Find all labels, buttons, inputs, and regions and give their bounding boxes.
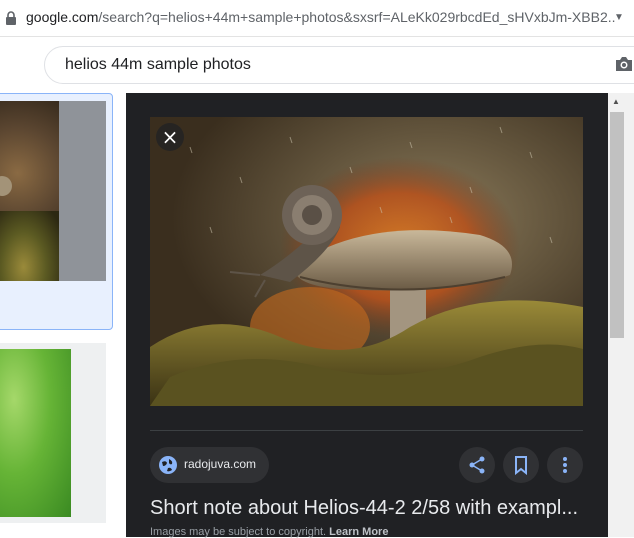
bookmark-icon (515, 456, 527, 475)
more-options-button[interactable] (547, 447, 583, 483)
search-input[interactable]: helios 44m sample photos (65, 56, 251, 74)
share-icon (469, 456, 485, 474)
copyright-notice: Images may be subject to copyright. Lear… (150, 526, 388, 538)
lock-icon (6, 11, 16, 25)
scroll-up-icon[interactable]: ▲ (612, 97, 620, 106)
result-image[interactable] (0, 349, 71, 517)
result-image[interactable] (0, 101, 59, 281)
copyright-text: Images may be subject to copyright. (150, 526, 327, 538)
globe-icon (159, 456, 177, 474)
share-button[interactable] (459, 447, 495, 483)
more-vert-icon (563, 457, 567, 473)
image-detail (0, 211, 59, 281)
search-row: helios 44m sample photos (0, 37, 634, 93)
save-button[interactable] (503, 447, 539, 483)
preview-image-graphic (150, 117, 583, 406)
source-name: radojuva.com (184, 457, 257, 471)
search-box[interactable]: helios 44m sample photos (44, 46, 634, 84)
url-domain: google.com (26, 9, 99, 25)
learn-more-link[interactable]: Learn More (329, 526, 388, 538)
close-icon[interactable]: × (156, 123, 184, 151)
preview-image[interactable] (150, 117, 583, 406)
url-path: /search?q=helios+44m+sample+photos&sxsrf… (98, 9, 616, 25)
address-bar[interactable]: google.com/search?q=helios+44m+sample+ph… (0, 0, 634, 37)
image-detail (0, 176, 12, 196)
divider (150, 430, 583, 431)
caret-down-icon[interactable]: ▼ (614, 12, 624, 23)
url-text[interactable]: google.com/search?q=helios+44m+sample+ph… (26, 9, 616, 25)
camera-icon[interactable] (614, 55, 634, 73)
source-link[interactable]: radojuva.com (150, 447, 269, 483)
image-placeholder (59, 101, 106, 281)
result-title[interactable]: Short note about Helios-44-2 2/58 with e… (150, 497, 583, 520)
scrollbar-thumb[interactable] (610, 112, 624, 338)
